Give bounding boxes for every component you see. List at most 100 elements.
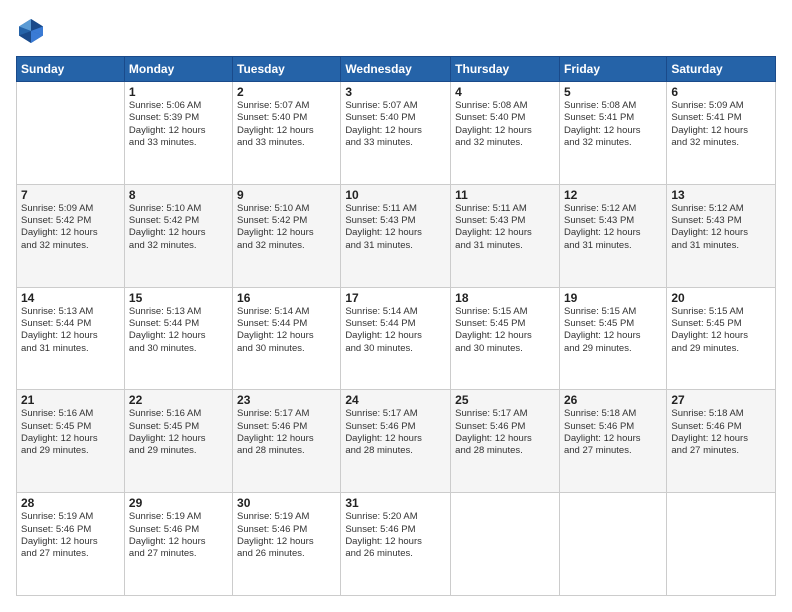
day-info: Sunrise: 5:20 AM Sunset: 5:46 PM Dayligh… — [345, 511, 446, 560]
calendar-cell: 1Sunrise: 5:06 AM Sunset: 5:39 PM Daylig… — [124, 82, 232, 185]
calendar-cell: 11Sunrise: 5:11 AM Sunset: 5:43 PM Dayli… — [451, 184, 560, 287]
day-info: Sunrise: 5:15 AM Sunset: 5:45 PM Dayligh… — [455, 306, 555, 355]
weekday-header: Monday — [124, 57, 232, 82]
weekday-header: Saturday — [667, 57, 776, 82]
day-number: 7 — [21, 188, 120, 202]
day-number: 9 — [237, 188, 336, 202]
day-info: Sunrise: 5:08 AM Sunset: 5:40 PM Dayligh… — [455, 100, 555, 149]
day-number: 31 — [345, 496, 446, 510]
day-number: 29 — [129, 496, 228, 510]
day-info: Sunrise: 5:17 AM Sunset: 5:46 PM Dayligh… — [237, 408, 336, 457]
day-number: 19 — [564, 291, 662, 305]
day-info: Sunrise: 5:19 AM Sunset: 5:46 PM Dayligh… — [237, 511, 336, 560]
calendar-header-row: SundayMondayTuesdayWednesdayThursdayFrid… — [17, 57, 776, 82]
weekday-header: Thursday — [451, 57, 560, 82]
calendar-cell: 14Sunrise: 5:13 AM Sunset: 5:44 PM Dayli… — [17, 287, 125, 390]
day-info: Sunrise: 5:12 AM Sunset: 5:43 PM Dayligh… — [671, 203, 771, 252]
day-info: Sunrise: 5:18 AM Sunset: 5:46 PM Dayligh… — [671, 408, 771, 457]
calendar-cell: 10Sunrise: 5:11 AM Sunset: 5:43 PM Dayli… — [341, 184, 451, 287]
day-number: 3 — [345, 85, 446, 99]
day-number: 8 — [129, 188, 228, 202]
day-number: 24 — [345, 393, 446, 407]
day-number: 14 — [21, 291, 120, 305]
calendar-cell: 27Sunrise: 5:18 AM Sunset: 5:46 PM Dayli… — [667, 390, 776, 493]
day-info: Sunrise: 5:07 AM Sunset: 5:40 PM Dayligh… — [345, 100, 446, 149]
day-number: 22 — [129, 393, 228, 407]
calendar-cell: 4Sunrise: 5:08 AM Sunset: 5:40 PM Daylig… — [451, 82, 560, 185]
day-info: Sunrise: 5:18 AM Sunset: 5:46 PM Dayligh… — [564, 408, 662, 457]
day-number: 26 — [564, 393, 662, 407]
calendar-cell: 21Sunrise: 5:16 AM Sunset: 5:45 PM Dayli… — [17, 390, 125, 493]
calendar-cell: 2Sunrise: 5:07 AM Sunset: 5:40 PM Daylig… — [233, 82, 341, 185]
calendar-cell — [451, 493, 560, 596]
weekday-header: Friday — [559, 57, 666, 82]
day-info: Sunrise: 5:13 AM Sunset: 5:44 PM Dayligh… — [129, 306, 228, 355]
calendar-cell: 25Sunrise: 5:17 AM Sunset: 5:46 PM Dayli… — [451, 390, 560, 493]
day-number: 2 — [237, 85, 336, 99]
day-info: Sunrise: 5:08 AM Sunset: 5:41 PM Dayligh… — [564, 100, 662, 149]
day-number: 23 — [237, 393, 336, 407]
calendar-cell — [17, 82, 125, 185]
day-info: Sunrise: 5:10 AM Sunset: 5:42 PM Dayligh… — [129, 203, 228, 252]
calendar-cell: 29Sunrise: 5:19 AM Sunset: 5:46 PM Dayli… — [124, 493, 232, 596]
day-info: Sunrise: 5:10 AM Sunset: 5:42 PM Dayligh… — [237, 203, 336, 252]
day-info: Sunrise: 5:17 AM Sunset: 5:46 PM Dayligh… — [345, 408, 446, 457]
day-number: 12 — [564, 188, 662, 202]
logo — [16, 16, 50, 46]
calendar-cell: 30Sunrise: 5:19 AM Sunset: 5:46 PM Dayli… — [233, 493, 341, 596]
day-number: 13 — [671, 188, 771, 202]
calendar-cell: 18Sunrise: 5:15 AM Sunset: 5:45 PM Dayli… — [451, 287, 560, 390]
calendar-cell: 19Sunrise: 5:15 AM Sunset: 5:45 PM Dayli… — [559, 287, 666, 390]
day-info: Sunrise: 5:16 AM Sunset: 5:45 PM Dayligh… — [21, 408, 120, 457]
calendar-cell: 5Sunrise: 5:08 AM Sunset: 5:41 PM Daylig… — [559, 82, 666, 185]
day-number: 20 — [671, 291, 771, 305]
calendar-cell: 8Sunrise: 5:10 AM Sunset: 5:42 PM Daylig… — [124, 184, 232, 287]
calendar-cell: 28Sunrise: 5:19 AM Sunset: 5:46 PM Dayli… — [17, 493, 125, 596]
weekday-header: Sunday — [17, 57, 125, 82]
day-number: 4 — [455, 85, 555, 99]
day-info: Sunrise: 5:09 AM Sunset: 5:42 PM Dayligh… — [21, 203, 120, 252]
calendar-week-row: 21Sunrise: 5:16 AM Sunset: 5:45 PM Dayli… — [17, 390, 776, 493]
day-number: 21 — [21, 393, 120, 407]
calendar-cell: 22Sunrise: 5:16 AM Sunset: 5:45 PM Dayli… — [124, 390, 232, 493]
page: SundayMondayTuesdayWednesdayThursdayFrid… — [0, 0, 792, 612]
day-info: Sunrise: 5:07 AM Sunset: 5:40 PM Dayligh… — [237, 100, 336, 149]
day-info: Sunrise: 5:15 AM Sunset: 5:45 PM Dayligh… — [564, 306, 662, 355]
calendar-cell: 9Sunrise: 5:10 AM Sunset: 5:42 PM Daylig… — [233, 184, 341, 287]
calendar-cell: 24Sunrise: 5:17 AM Sunset: 5:46 PM Dayli… — [341, 390, 451, 493]
calendar-week-row: 7Sunrise: 5:09 AM Sunset: 5:42 PM Daylig… — [17, 184, 776, 287]
weekday-header: Wednesday — [341, 57, 451, 82]
day-info: Sunrise: 5:17 AM Sunset: 5:46 PM Dayligh… — [455, 408, 555, 457]
calendar-cell: 20Sunrise: 5:15 AM Sunset: 5:45 PM Dayli… — [667, 287, 776, 390]
day-number: 18 — [455, 291, 555, 305]
day-number: 25 — [455, 393, 555, 407]
day-info: Sunrise: 5:11 AM Sunset: 5:43 PM Dayligh… — [455, 203, 555, 252]
logo-icon — [16, 16, 46, 46]
calendar-cell: 7Sunrise: 5:09 AM Sunset: 5:42 PM Daylig… — [17, 184, 125, 287]
day-info: Sunrise: 5:13 AM Sunset: 5:44 PM Dayligh… — [21, 306, 120, 355]
calendar-cell — [667, 493, 776, 596]
calendar-table: SundayMondayTuesdayWednesdayThursdayFrid… — [16, 56, 776, 596]
weekday-header: Tuesday — [233, 57, 341, 82]
calendar-cell: 23Sunrise: 5:17 AM Sunset: 5:46 PM Dayli… — [233, 390, 341, 493]
calendar-cell: 13Sunrise: 5:12 AM Sunset: 5:43 PM Dayli… — [667, 184, 776, 287]
day-info: Sunrise: 5:06 AM Sunset: 5:39 PM Dayligh… — [129, 100, 228, 149]
day-number: 6 — [671, 85, 771, 99]
day-number: 16 — [237, 291, 336, 305]
day-number: 1 — [129, 85, 228, 99]
day-number: 17 — [345, 291, 446, 305]
day-info: Sunrise: 5:11 AM Sunset: 5:43 PM Dayligh… — [345, 203, 446, 252]
calendar-cell — [559, 493, 666, 596]
day-info: Sunrise: 5:12 AM Sunset: 5:43 PM Dayligh… — [564, 203, 662, 252]
calendar-week-row: 1Sunrise: 5:06 AM Sunset: 5:39 PM Daylig… — [17, 82, 776, 185]
calendar-cell: 6Sunrise: 5:09 AM Sunset: 5:41 PM Daylig… — [667, 82, 776, 185]
header — [16, 16, 776, 46]
day-number: 27 — [671, 393, 771, 407]
calendar-cell: 26Sunrise: 5:18 AM Sunset: 5:46 PM Dayli… — [559, 390, 666, 493]
day-number: 28 — [21, 496, 120, 510]
day-info: Sunrise: 5:14 AM Sunset: 5:44 PM Dayligh… — [345, 306, 446, 355]
calendar-week-row: 28 Sunrise: 5:19 AM Sunset: 5:46 PM Dayli… — [17, 493, 776, 596]
day-info: Sunrise: 5:14 AM Sunset: 5:44 PM Dayligh… — [237, 306, 336, 355]
day-info: Sunrise: 5:19 AM Sunset: 5:46 PM Dayligh… — [129, 511, 228, 560]
day-number: 30 — [237, 496, 336, 510]
